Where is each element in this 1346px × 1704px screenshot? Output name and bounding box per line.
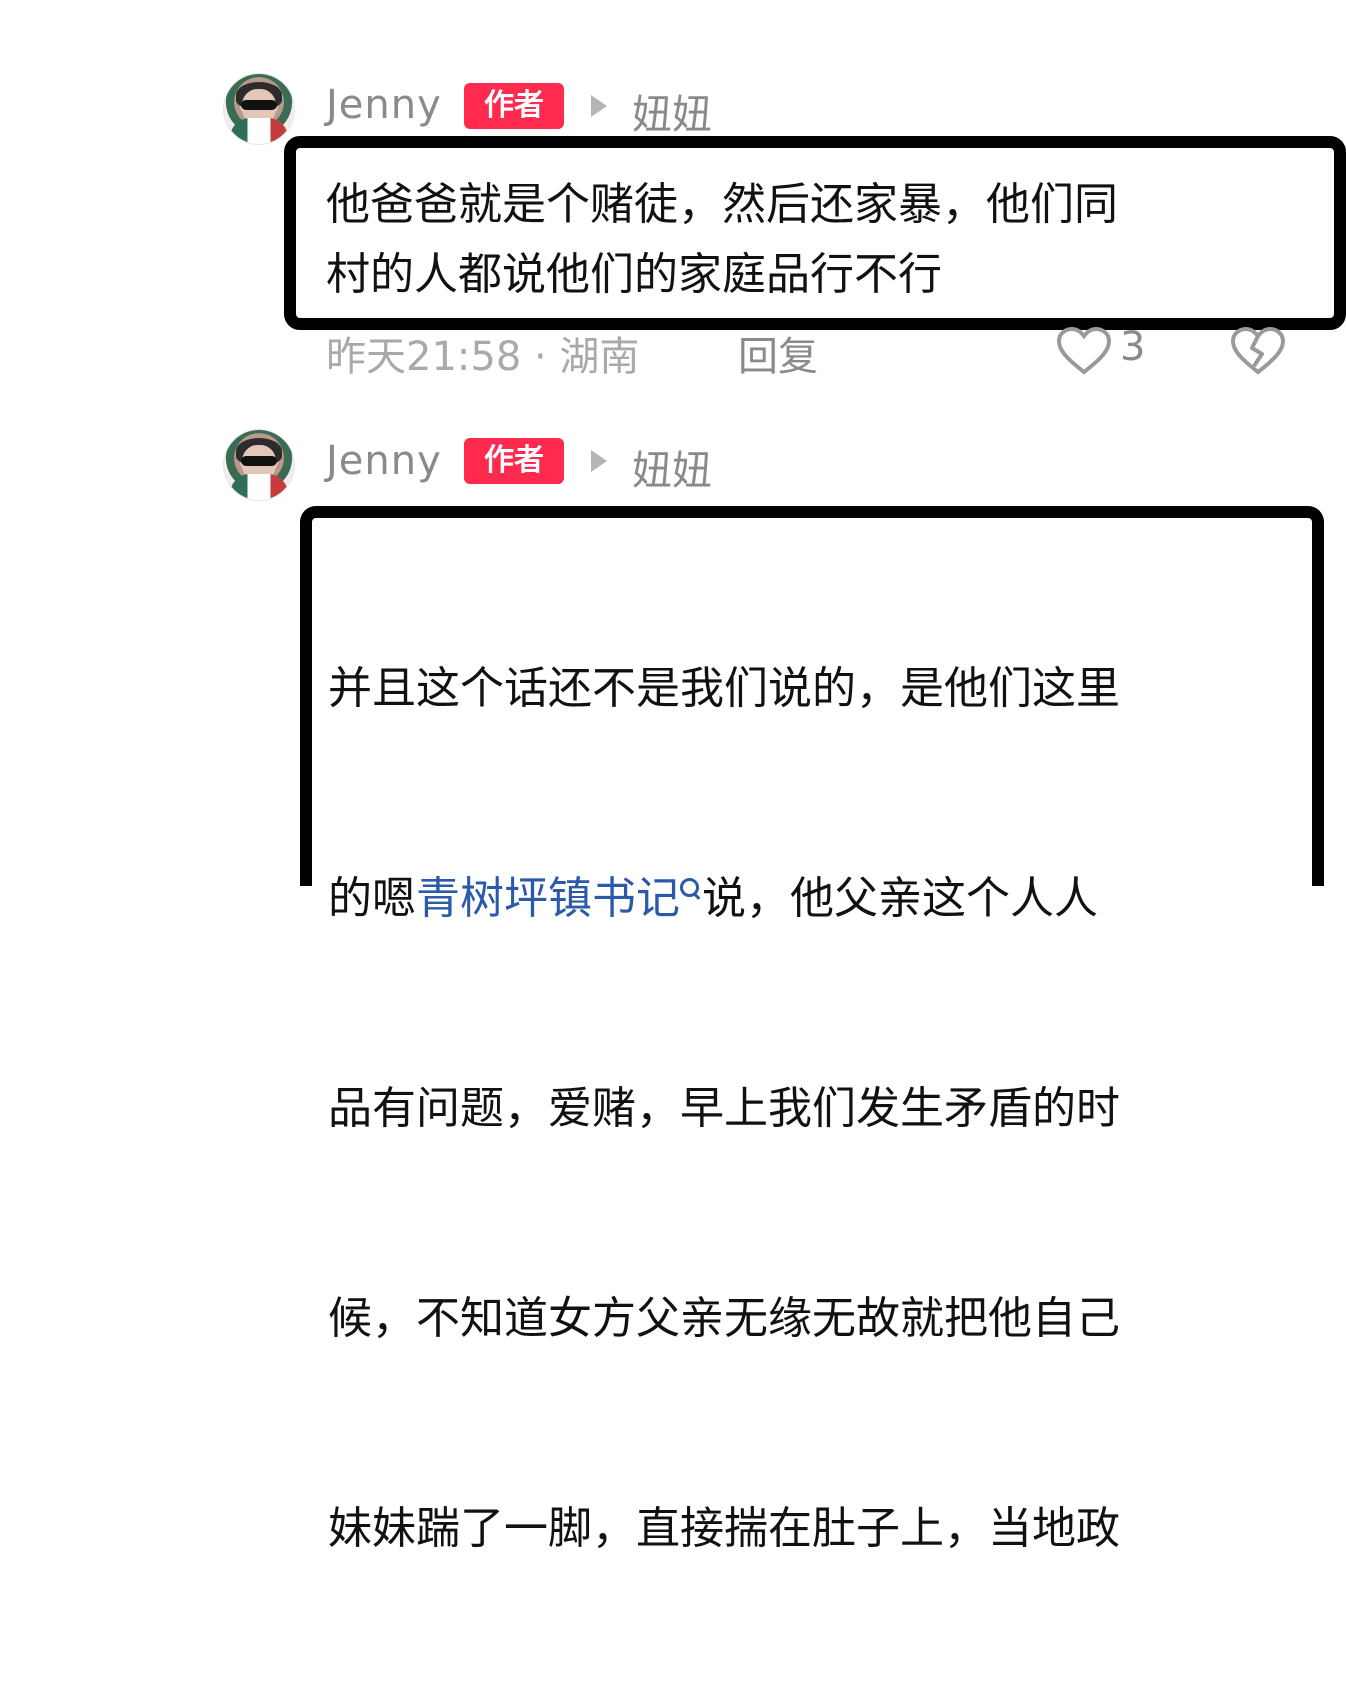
- comment-text-box: 他爸爸就是个赌徒，然后还家暴，他们同 村的人都说他们的家庭品行不行: [284, 136, 1346, 330]
- comment-line: 的嗯青树坪镇书记 说，他父亲这个人人: [328, 864, 1308, 934]
- comment-meta: 昨天21:58 · 湖南: [326, 334, 640, 380]
- comment-line: 并且这个话还不是我们说的，是他们这里: [328, 663, 1120, 714]
- username[interactable]: Jenny: [326, 82, 442, 128]
- username[interactable]: Jenny: [326, 438, 442, 484]
- comment-line-part: 说，他父亲这个人人: [702, 873, 1098, 924]
- reply-to-name[interactable]: 妞妞: [632, 438, 712, 496]
- avatar[interactable]: [224, 430, 294, 500]
- comment-line-part: 的嗯: [328, 873, 416, 924]
- comment-text: 他爸爸就是个赌徒，然后还家暴，他们同 村的人都说他们的家庭品行不行: [326, 179, 1118, 300]
- comment-text-box: 并且这个话还不是我们说的，是他们这里 的嗯青树坪镇书记 说，他父亲这个人人 品有问…: [300, 506, 1324, 1554]
- avatar[interactable]: [224, 74, 294, 144]
- author-badge: 作者: [464, 438, 564, 484]
- comment-line: 妹妹踹了一脚，直接揣在肚子上，当地政: [328, 1503, 1120, 1554]
- comment-line: 品有问题，爱赌，早上我们发生矛盾的时: [328, 1083, 1120, 1134]
- author-badge: 作者: [464, 83, 564, 129]
- keyword-link[interactable]: 青树坪镇书记: [416, 873, 680, 924]
- reply-to-name[interactable]: 妞妞: [632, 82, 712, 140]
- comment-line: 候，不知道女方父亲无缘无故就把他自己: [328, 1293, 1120, 1344]
- like-count: 3: [1120, 324, 1146, 370]
- search-icon[interactable]: [680, 878, 702, 900]
- heart-icon[interactable]: [1056, 326, 1112, 376]
- broken-heart-icon[interactable]: [1230, 326, 1286, 376]
- reply-button[interactable]: 回复: [738, 324, 818, 382]
- comment-text: 并且这个话还不是我们说的，是他们这里 的嗯青树坪镇书记 说，他父亲这个人人 品有问…: [328, 514, 1308, 1704]
- play-arrow-icon: [591, 450, 607, 472]
- play-arrow-icon: [591, 95, 607, 117]
